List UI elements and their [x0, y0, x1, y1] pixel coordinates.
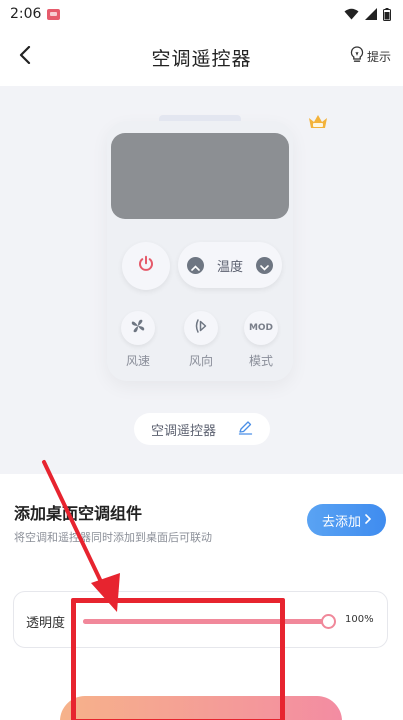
- temperature-label: 温度: [216, 259, 243, 275]
- fan-speed-label: 风速: [125, 354, 150, 368]
- vip-crown-icon: [308, 114, 328, 130]
- wifi-icon: [344, 8, 359, 20]
- temperature-control: 温度: [178, 242, 282, 288]
- opacity-value: 100%: [345, 614, 374, 625]
- fan-icon: [130, 318, 146, 338]
- wind-direction-icon: [193, 318, 209, 338]
- add-widget-label: 去添加: [321, 514, 361, 530]
- battery-icon: [383, 7, 391, 21]
- hint-button[interactable]: 提示: [350, 46, 391, 66]
- wind-direction-button[interactable]: 风向: [181, 311, 221, 369]
- power-button[interactable]: [122, 242, 170, 290]
- status-time: 2:06: [10, 6, 42, 22]
- wind-direction-label: 风向: [188, 354, 213, 368]
- mode-circle: MOD: [244, 311, 278, 345]
- app-header: 空调遥控器 提示: [0, 28, 403, 86]
- temperature-down-button[interactable]: [255, 256, 273, 275]
- fan-speed-circle: [121, 311, 155, 345]
- remote-name: 空调遥控器: [150, 423, 216, 439]
- chevron-right-icon: [365, 513, 372, 528]
- remote-display-screen: [111, 133, 289, 219]
- edit-pencil-icon[interactable]: [238, 420, 253, 439]
- remote-top-bar: [159, 115, 241, 121]
- temperature-up-button[interactable]: [187, 256, 204, 275]
- widget-description: 将空调和遥控器同时添加到桌面后可联动: [14, 531, 212, 544]
- chevron-down-icon: [260, 256, 269, 275]
- status-bar: 2:06: [0, 0, 403, 28]
- lightbulb-icon: [350, 46, 364, 66]
- chevron-up-icon: [191, 256, 200, 275]
- mode-label: 模式: [248, 354, 273, 368]
- notification-app-icon: [47, 8, 61, 20]
- fan-speed-button[interactable]: 风速: [118, 311, 158, 369]
- signal-icon: [365, 8, 377, 20]
- wind-direction-circle: [184, 311, 218, 345]
- add-widget-button[interactable]: 去添加: [307, 504, 386, 536]
- remote-name-chip[interactable]: 空调遥控器: [134, 413, 270, 445]
- mode-icon: MOD: [248, 323, 274, 333]
- opacity-slider-thumb[interactable]: [321, 614, 336, 629]
- power-icon: [137, 255, 155, 277]
- opacity-label: 透明度: [26, 616, 66, 631]
- page-title: 空调遥控器: [151, 47, 252, 70]
- status-icons: [344, 7, 391, 21]
- widget-title: 添加桌面空调组件: [14, 504, 143, 523]
- mode-button[interactable]: MOD 模式: [241, 311, 281, 369]
- remote-widget-preview: 温度 风速 风向 MOD 模式: [107, 115, 293, 381]
- remote-preview-area: 温度 风速 风向 MOD 模式 空调遥控器: [0, 86, 403, 474]
- annotation-highlight-box: [71, 598, 285, 720]
- hint-label: 提示: [366, 49, 391, 64]
